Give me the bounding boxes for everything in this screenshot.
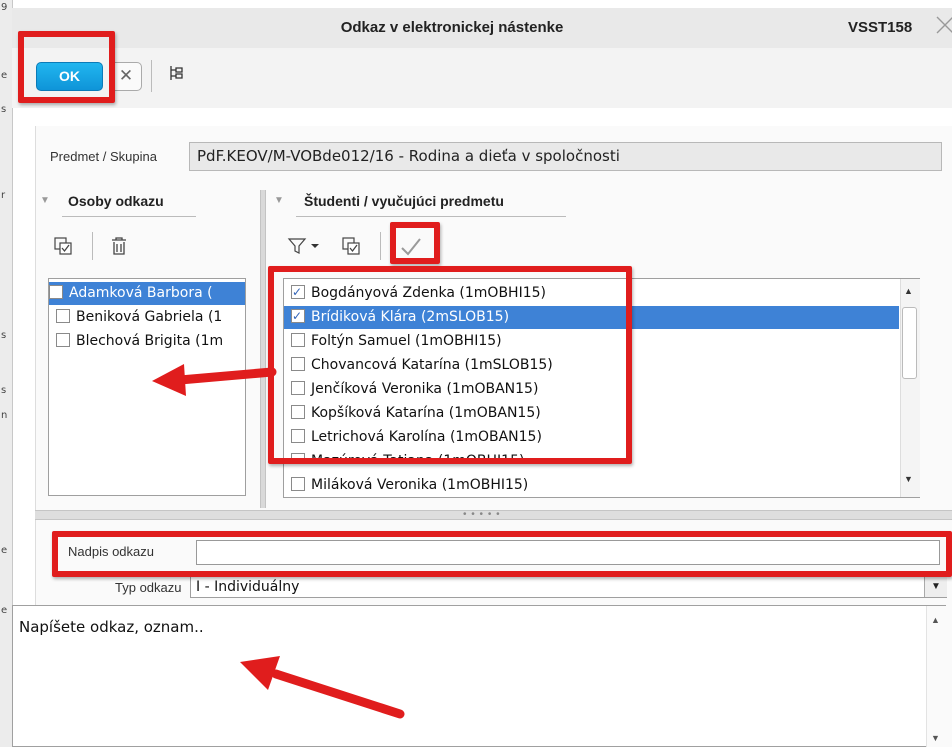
type-label: Typ odkazu <box>115 580 182 595</box>
annotation-arrow <box>152 364 277 396</box>
toolbar-divider <box>151 60 152 92</box>
checkbox[interactable] <box>56 309 70 323</box>
subject-field: PdF.KEOV/M-VOBde012/16 - Rodina a dieťa … <box>189 142 942 171</box>
annotation-box <box>18 31 115 103</box>
list-item[interactable]: Miláková Veronika (1mOBHI15) <box>284 474 899 497</box>
type-select[interactable]: I - Individuálny <box>190 576 947 598</box>
window-title: Odkaz v elektronickej nástenke <box>340 19 564 36</box>
person-name: Adamková Barbora ( <box>69 285 213 301</box>
filter-icon[interactable] <box>287 236 323 261</box>
annotation-box <box>390 222 440 264</box>
add-checkbox-icon[interactable] <box>52 235 74 262</box>
person-name: Beniková Gabriela (1 <box>76 309 223 325</box>
collapse-arrow-icon[interactable]: ▼ <box>274 195 284 206</box>
list-item[interactable]: Adamková Barbora ( <box>49 282 245 305</box>
scroll-up-icon[interactable]: ▲ <box>931 615 940 625</box>
right-panel-title: Študenti / vyučujúci predmetu <box>304 193 504 209</box>
left-panel-title: Osoby odkazu <box>68 193 164 209</box>
window-code: VSST158 <box>848 19 913 36</box>
annotation-box <box>268 266 632 464</box>
scroll-down-icon[interactable]: ▼ <box>931 733 940 743</box>
checkbox[interactable] <box>49 285 63 299</box>
collapse-arrow-icon[interactable]: ▼ <box>40 195 50 206</box>
checkbox[interactable] <box>56 333 70 347</box>
student-name: Miláková Veronika (1mOBHI15) <box>311 477 529 493</box>
divider <box>296 216 566 217</box>
divider <box>380 232 381 260</box>
person-name: Blechová Brigita (1m <box>76 333 224 349</box>
dropdown-arrow-icon[interactable]: ▼ <box>924 577 947 597</box>
vertical-splitter[interactable] <box>260 190 266 508</box>
divider <box>92 232 93 260</box>
trash-icon[interactable] <box>108 235 130 262</box>
toolbar <box>12 48 952 108</box>
divider <box>62 216 196 217</box>
add-checkbox-icon[interactable] <box>340 235 362 262</box>
scrollbar[interactable] <box>926 606 946 747</box>
message-body[interactable]: Napíšete odkaz, oznam.. <box>12 605 946 747</box>
annotation-box <box>52 531 952 577</box>
checkbox[interactable] <box>291 477 305 491</box>
tree-icon[interactable] <box>166 62 188 84</box>
scroll-down-icon[interactable]: ▼ <box>904 474 913 484</box>
close-icon[interactable] <box>934 14 952 42</box>
scroll-up-icon[interactable]: ▲ <box>904 286 913 296</box>
title-bar: Odkaz v elektronickej nástenke VSST158 <box>12 8 952 49</box>
list-item[interactable]: Beniková Gabriela (1 <box>49 306 245 329</box>
splitter-grip-icon: • • • • • <box>463 509 501 520</box>
annotation-arrow <box>240 656 405 719</box>
subject-label: Predmet / Skupina <box>50 149 157 164</box>
scrollbar-thumb[interactable] <box>902 307 917 379</box>
